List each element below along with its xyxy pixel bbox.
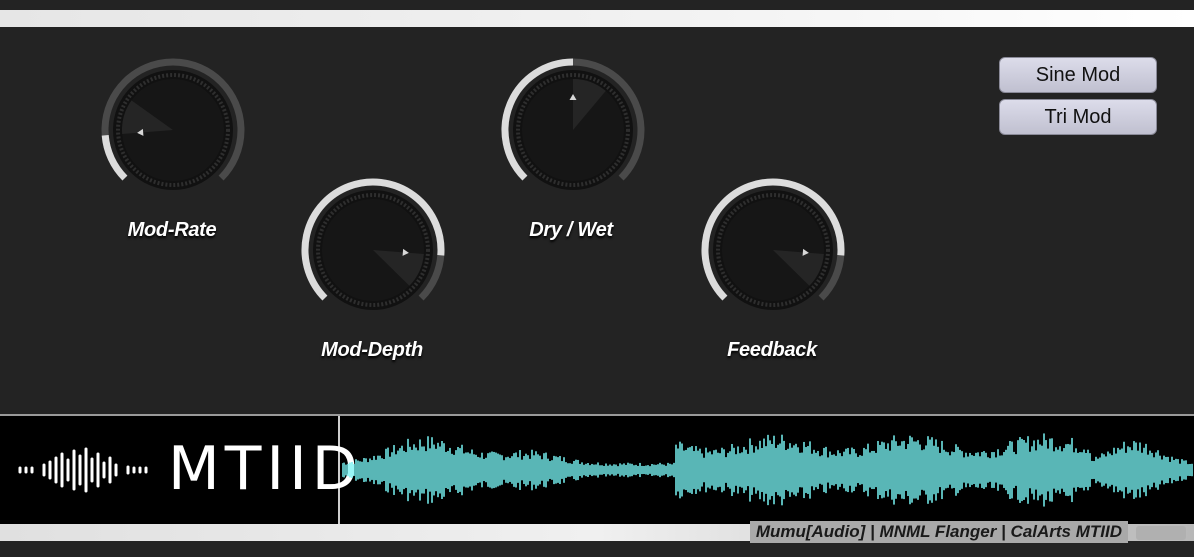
top-bar <box>0 10 1194 27</box>
sine-mod-button[interactable]: Sine Mod <box>999 57 1157 93</box>
mod-depth-knob[interactable] <box>297 174 449 326</box>
mod-rate-label: Mod-Rate <box>127 219 217 241</box>
footer-end-bar <box>1136 526 1186 540</box>
mod-depth-label: Mod-Depth <box>321 339 423 361</box>
waveform-display <box>342 433 1193 507</box>
feedback-label: Feedback <box>727 339 817 361</box>
audio-wave-icon <box>18 447 148 493</box>
knob-graphic <box>501 58 645 190</box>
dry-wet-knob[interactable] <box>497 54 649 206</box>
bottom-strip: MTIID <box>0 414 1194 524</box>
knob-graphic <box>301 178 445 310</box>
knob-graphic <box>101 58 245 190</box>
knob-graphic <box>701 178 845 310</box>
footer-credit: Mumu[Audio] | MNML Flanger | CalArts MTI… <box>749 521 1128 543</box>
dry-wet-label: Dry / Wet <box>529 219 613 241</box>
mod-rate-knob[interactable] <box>97 54 249 206</box>
tri-mod-button[interactable]: Tri Mod <box>999 99 1157 135</box>
logo-text: MTIID <box>168 434 364 504</box>
feedback-knob[interactable] <box>697 174 849 326</box>
logo: MTIID <box>0 416 358 524</box>
control-panel: Mod-Rate Mod-Depth Dry / Wet Feedback Si… <box>0 27 1194 414</box>
